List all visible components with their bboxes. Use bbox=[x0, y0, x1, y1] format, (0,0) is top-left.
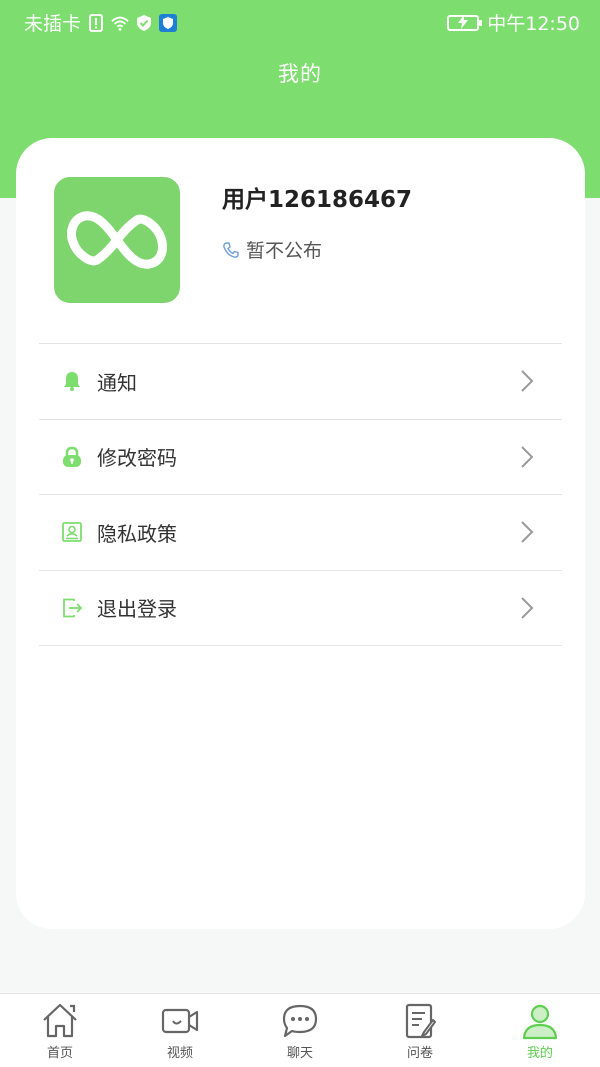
phone-icon bbox=[223, 241, 239, 258]
tab-profile[interactable]: 我的 bbox=[480, 994, 600, 1067]
app-notification-icon bbox=[159, 13, 178, 32]
phone-row: 暂不公布 bbox=[222, 236, 322, 263]
tab-label: 问卷 bbox=[406, 1046, 433, 1061]
tab-chat[interactable]: 聊天 bbox=[240, 994, 360, 1067]
battery-icon bbox=[447, 14, 483, 31]
user-name: 用户126186467 bbox=[222, 187, 413, 213]
profile-icon bbox=[522, 1004, 558, 1040]
menu-item-privacy-policy[interactable]: 隐私政策 bbox=[39, 495, 562, 571]
settings-menu: 通知 修改密码 隐私政策 退出登录 bbox=[39, 343, 562, 646]
profile-card: 用户126186467 暂不公布 通知 修改密码 隐私政策 退出登录 bbox=[16, 138, 585, 929]
chevron-right-icon bbox=[521, 597, 534, 619]
tab-label: 首页 bbox=[46, 1046, 73, 1061]
bottom-tab-bar: 首页 视频 聊天 问卷 我的 bbox=[0, 993, 600, 1067]
id-card-icon bbox=[62, 522, 82, 543]
status-right: 中午12:50 bbox=[447, 9, 580, 36]
menu-label: 退出登录 bbox=[97, 597, 177, 622]
sim-alert-icon bbox=[89, 13, 104, 32]
tab-label: 我的 bbox=[526, 1046, 553, 1061]
menu-label: 隐私政策 bbox=[97, 521, 177, 546]
chevron-right-icon bbox=[521, 370, 534, 392]
logout-icon bbox=[63, 598, 83, 618]
wifi-icon bbox=[111, 16, 129, 31]
carrier-text: 未插卡 bbox=[24, 13, 82, 35]
page-title: 我的 bbox=[278, 62, 322, 86]
status-left: 未插卡 bbox=[24, 9, 178, 36]
video-icon bbox=[161, 1008, 199, 1034]
status-bar: 未插卡 中午12:50 bbox=[0, 0, 600, 42]
tab-home[interactable]: 首页 bbox=[0, 994, 120, 1067]
tab-label: 聊天 bbox=[286, 1046, 313, 1061]
screen: 未插卡 中午12:50 我的 用户126186467 暂不公布 通知 修改密码 … bbox=[0, 0, 600, 1067]
infinity-heart-logo-icon bbox=[67, 211, 167, 269]
clock-text: 中午12:50 bbox=[487, 13, 580, 35]
menu-item-logout[interactable]: 退出登录 bbox=[39, 571, 562, 646]
tab-label: 视频 bbox=[166, 1046, 193, 1061]
tab-survey[interactable]: 问卷 bbox=[360, 994, 480, 1067]
shield-check-icon bbox=[137, 14, 152, 31]
avatar[interactable] bbox=[54, 177, 180, 303]
chat-icon bbox=[282, 1004, 318, 1038]
home-icon bbox=[43, 1003, 77, 1038]
tab-video[interactable]: 视频 bbox=[120, 994, 240, 1067]
chevron-right-icon bbox=[521, 446, 534, 468]
bell-icon bbox=[64, 372, 80, 392]
menu-label: 通知 bbox=[97, 370, 137, 395]
lock-icon bbox=[63, 446, 81, 467]
menu-label: 修改密码 bbox=[97, 446, 177, 471]
survey-icon bbox=[405, 1003, 436, 1039]
menu-item-notifications[interactable]: 通知 bbox=[39, 344, 562, 420]
phone-text: 暂不公布 bbox=[246, 240, 323, 262]
chevron-right-icon bbox=[521, 521, 534, 543]
menu-item-change-password[interactable]: 修改密码 bbox=[39, 420, 562, 495]
